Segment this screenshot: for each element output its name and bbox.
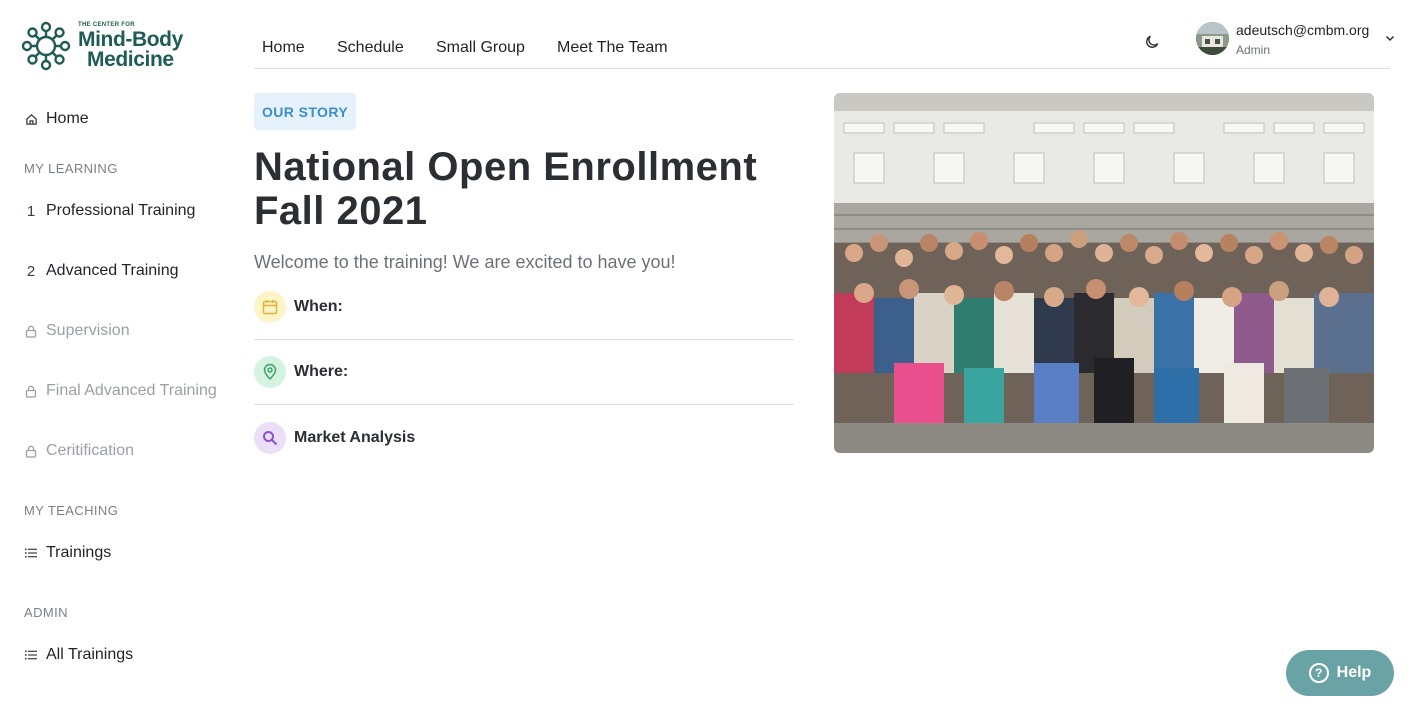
lock-icon	[24, 445, 38, 458]
list-icon	[24, 548, 38, 558]
logo-mark-icon	[21, 21, 71, 71]
sidebar-item-label: Supervision	[46, 322, 130, 339]
sidebar-item-label: Home	[46, 110, 89, 127]
step-number: 1	[26, 202, 36, 220]
home-icon	[24, 113, 38, 126]
help-button[interactable]: ? Help	[1286, 650, 1394, 696]
sidebar-item-label: Final Advanced Training	[46, 382, 217, 399]
sidebar-item-label: All Trainings	[46, 646, 134, 663]
info-label: Where:	[294, 363, 349, 380]
logo-line2: Medicine	[87, 48, 174, 71]
step-number: 2	[26, 262, 36, 280]
welcome-text: Welcome to the training! We are excited …	[254, 252, 676, 272]
sidebar-item-label: Trainings	[46, 544, 112, 561]
sidebar-heading-my-teaching: MY TEACHING	[24, 503, 119, 518]
section-badge: OUR STORY	[254, 93, 357, 130]
calendar-icon	[254, 291, 286, 323]
sidebar-item-final-advanced-training: Final Advanced Training	[24, 382, 217, 400]
group-photo	[834, 93, 1374, 453]
sidebar-item-all-trainings[interactable]: All Trainings	[24, 646, 133, 664]
chevron-down-icon[interactable]	[1384, 32, 1396, 44]
question-icon: ?	[1308, 663, 1329, 683]
info-label: When:	[294, 298, 343, 315]
nav-link-small-group[interactable]: Small Group	[436, 39, 525, 57]
search-icon	[254, 421, 286, 454]
map-pin-icon	[254, 356, 286, 388]
sidebar-item-label: Ceritification	[46, 442, 135, 459]
info-row-when: When:	[254, 275, 794, 340]
nav-link-home[interactable]: Home	[262, 39, 305, 57]
moon-icon	[1145, 35, 1158, 48]
nav-link-schedule[interactable]: Schedule	[337, 39, 404, 57]
user-role: Admin	[1236, 43, 1271, 57]
sidebar-heading-admin: ADMIN	[24, 605, 68, 620]
sidebar-item-label: Advanced Training	[46, 262, 179, 279]
sidebar-item-certification: Ceritification	[24, 442, 134, 460]
sidebar-item-home[interactable]: Home	[24, 110, 89, 128]
info-row-market-analysis[interactable]: Market Analysis	[254, 405, 794, 470]
sidebar-item-label: Professional Training	[46, 202, 196, 219]
sidebar-item-trainings[interactable]: Trainings	[24, 544, 111, 562]
help-label: Help	[1336, 664, 1372, 681]
logo[interactable]: THE CENTER FOR Mind-Body Medicine	[20, 19, 195, 73]
nav-link-meet-the-team[interactable]: Meet The Team	[557, 39, 668, 57]
info-row-where: Where:	[254, 340, 794, 405]
sidebar-item-advanced-training[interactable]: 2 Advanced Training	[24, 262, 179, 280]
top-navigation: Home Schedule Small Group Meet The Team …	[254, 0, 1395, 69]
user-email[interactable]: adeutsch@cmbm.org	[1236, 22, 1369, 38]
lock-icon	[24, 325, 38, 338]
theme-toggle-button[interactable]	[1141, 30, 1163, 52]
sidebar-item-professional-training[interactable]: 1 Professional Training	[24, 202, 196, 220]
sidebar-heading-my-learning: MY LEARNING	[24, 161, 118, 176]
lock-icon	[24, 385, 38, 398]
page-title: National Open Enrollment Fall 2021	[254, 145, 758, 233]
sidebar-item-supervision: Supervision	[24, 322, 130, 340]
info-label: Market Analysis	[294, 428, 416, 446]
logo-line1: Mind-Body	[78, 28, 183, 51]
avatar[interactable]	[1196, 22, 1229, 55]
list-icon	[24, 650, 38, 660]
